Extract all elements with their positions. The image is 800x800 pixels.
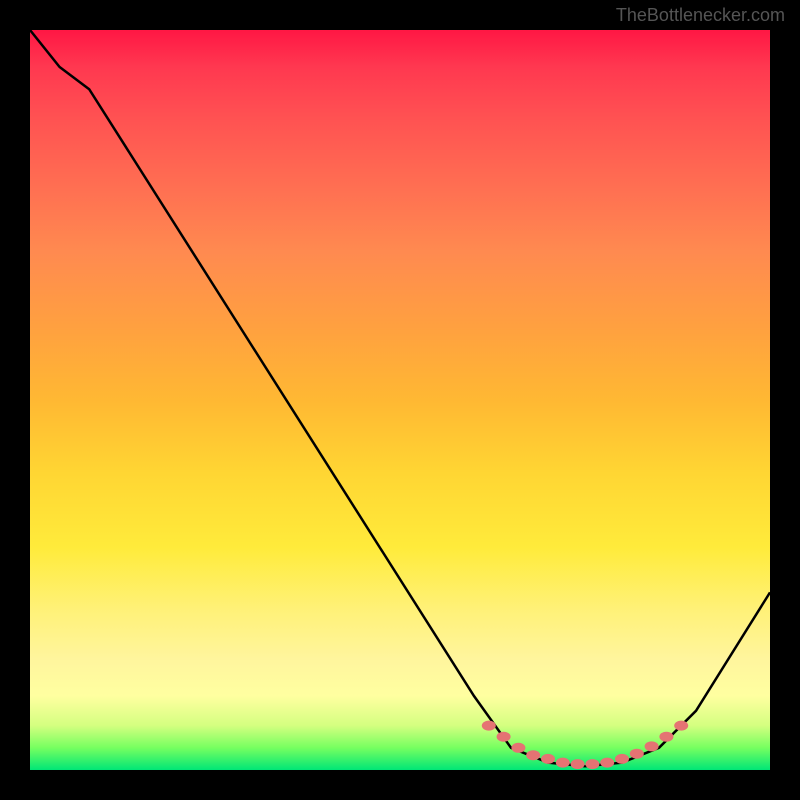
curve-line — [30, 30, 770, 766]
attribution-text: TheBottlenecker.com — [616, 5, 785, 26]
data-markers — [482, 721, 688, 769]
chart-area — [30, 30, 770, 770]
chart-svg — [30, 30, 770, 770]
